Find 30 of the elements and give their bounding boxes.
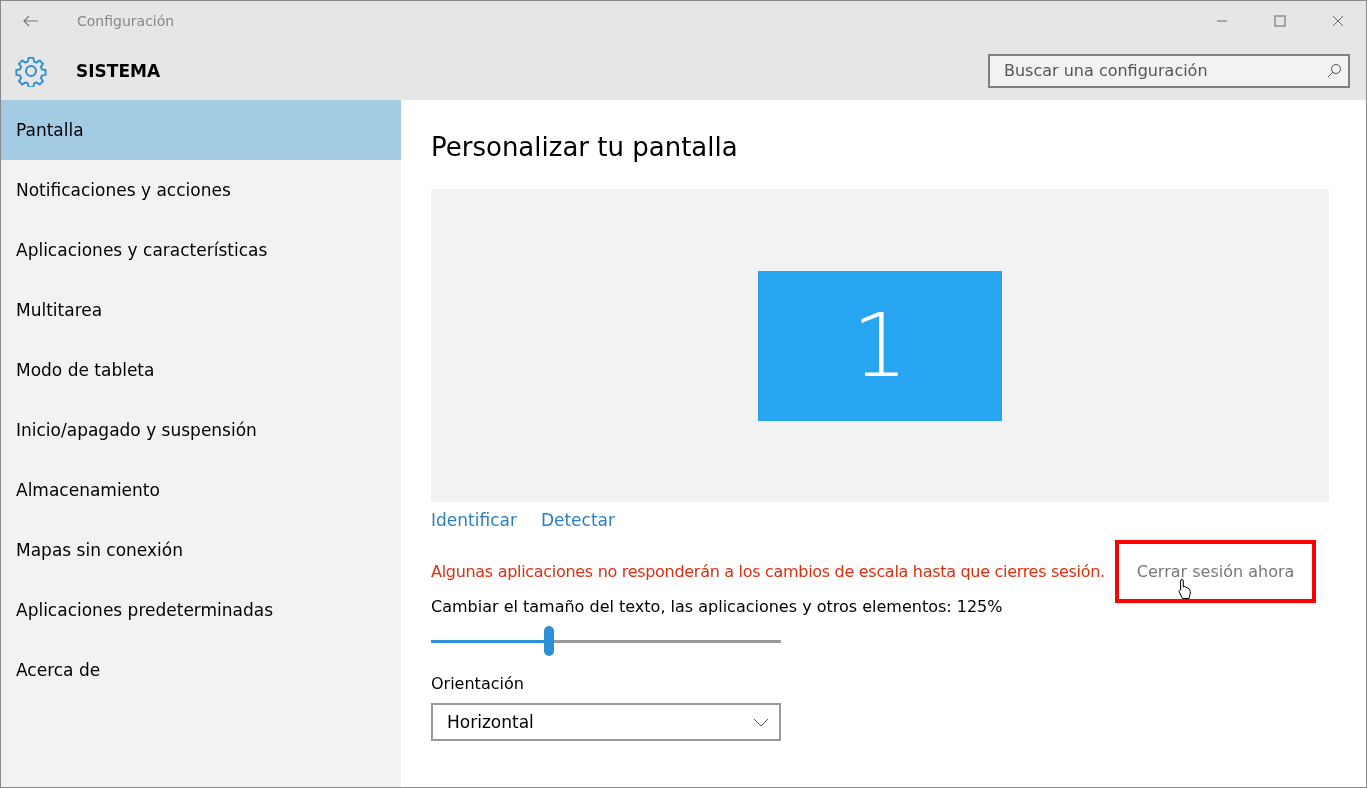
orientation-label: Orientación	[431, 674, 525, 693]
chevron-down-icon	[753, 717, 769, 727]
window-title: Configuración	[77, 13, 175, 29]
sidebar-item[interactable]: Multitarea	[1, 280, 401, 340]
sidebar-item[interactable]: Aplicaciones predeterminadas	[1, 580, 401, 640]
maximize-icon[interactable]	[1274, 15, 1286, 27]
search-field[interactable]: Buscar una configuración	[988, 53, 1350, 88]
orientation-dropdown[interactable]: Horizontal	[431, 703, 781, 741]
sidebar-item[interactable]: Aplicaciones y características	[1, 220, 401, 280]
scale-slider[interactable]	[431, 626, 781, 656]
warning-text: Algunas aplicaciones no responderán a los cambios de escala hasta que cierres sesión.	[431, 562, 1105, 581]
sign-out-link[interactable]: Cerrar sesión ahora	[1114, 540, 1317, 603]
sidebar-item[interactable]: Pantalla	[1, 100, 401, 160]
slider-thumb[interactable]	[544, 626, 554, 656]
settings-icon	[15, 54, 47, 87]
section-title: SISTEMA	[76, 60, 161, 81]
sidebar-item[interactable]: Modo de tableta	[1, 340, 401, 400]
scale-label: Cambiar el tamaño del texto, las aplicaciones y otros elementos: 125%	[431, 597, 1004, 616]
sidebar-item[interactable]: Mapas sin conexión	[1, 520, 401, 580]
close-icon[interactable]	[1332, 15, 1344, 27]
sidebar-item[interactable]: Inicio/apagado y suspensión	[1, 400, 401, 460]
sidebar-item[interactable]: Notificaciones y acciones	[1, 160, 401, 220]
search-icon[interactable]	[1326, 62, 1342, 79]
sidebar-item[interactable]: Almacenamiento	[1, 460, 401, 520]
link[interactable]: Detectar	[540, 510, 615, 530]
link[interactable]: Identificar	[431, 510, 517, 530]
hand-cursor-icon	[1176, 578, 1193, 600]
back-arrow-icon[interactable]	[23, 15, 39, 27]
sidebar-item[interactable]: Acerca de	[1, 640, 401, 700]
page-title: Personalizar tu pantalla	[431, 132, 739, 164]
